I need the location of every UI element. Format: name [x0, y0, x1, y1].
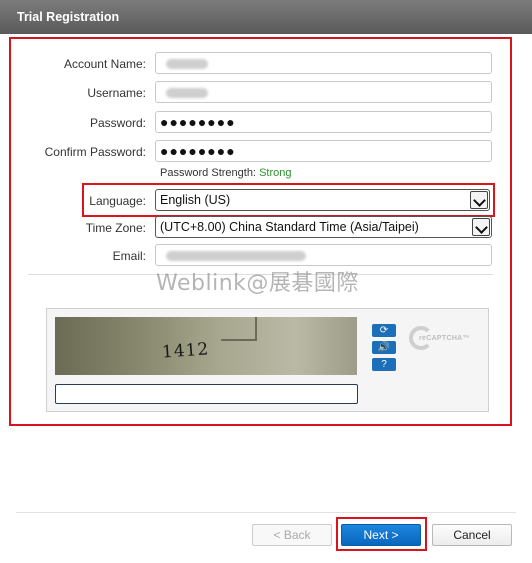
language-label: Language:	[89, 194, 146, 208]
account-name-label: Account Name:	[63, 57, 146, 71]
confirm-password-label: Confirm Password:	[44, 145, 146, 159]
redacted-text	[166, 87, 208, 98]
footer-divider	[16, 512, 516, 513]
password-strength-label: Password Strength:	[160, 167, 256, 179]
account-name-field[interactable]	[155, 52, 492, 74]
recaptcha-widget: 1412 ⟳ 🔊 ? reCAPTCHA™	[46, 308, 489, 412]
next-button[interactable]: Next >	[341, 524, 421, 546]
timezone-select[interactable]: (UTC+8.00) China Standard Time (Asia/Tai…	[155, 216, 492, 238]
timezone-value: (UTC+8.00) China Standard Time (Asia/Tai…	[160, 220, 419, 234]
recaptcha-logo: reCAPTCHA™	[409, 323, 489, 363]
captcha-image-mark	[221, 317, 257, 341]
chevron-down-icon[interactable]	[470, 191, 488, 209]
watermark: Weblink@展碁國際	[156, 271, 359, 296]
timezone-label: Time Zone:	[85, 221, 146, 235]
redacted-text	[166, 250, 306, 261]
help-icon[interactable]: ?	[372, 358, 396, 371]
refresh-icon[interactable]: ⟳	[372, 324, 396, 337]
redacted-text	[166, 58, 208, 69]
password-field[interactable]: ●●●●●●●●	[155, 111, 492, 133]
username-label: Username:	[87, 86, 146, 100]
password-strength: Password Strength: Strong	[160, 167, 291, 179]
captcha-image: 1412	[55, 317, 357, 375]
language-value: English (US)	[160, 193, 231, 207]
password-label: Password:	[89, 116, 146, 130]
recaptcha-brand-text: reCAPTCHA™	[419, 335, 470, 342]
language-select[interactable]: English (US)	[155, 189, 490, 211]
back-button[interactable]: < Back	[252, 524, 332, 546]
chevron-down-icon[interactable]	[472, 218, 490, 236]
captcha-response-input[interactable]	[55, 384, 358, 404]
confirm-password-field[interactable]: ●●●●●●●●	[155, 140, 492, 162]
cancel-button[interactable]: Cancel	[432, 524, 512, 546]
captcha-challenge-text: 1412	[161, 339, 210, 363]
email-label: Email:	[112, 249, 146, 263]
password-strength-value: Strong	[259, 167, 292, 179]
email-field[interactable]	[155, 244, 492, 266]
username-field[interactable]	[155, 81, 492, 103]
window-title: Trial Registration	[17, 10, 120, 24]
audio-icon[interactable]: 🔊	[372, 341, 396, 354]
title-bar: Trial Registration	[0, 0, 532, 34]
